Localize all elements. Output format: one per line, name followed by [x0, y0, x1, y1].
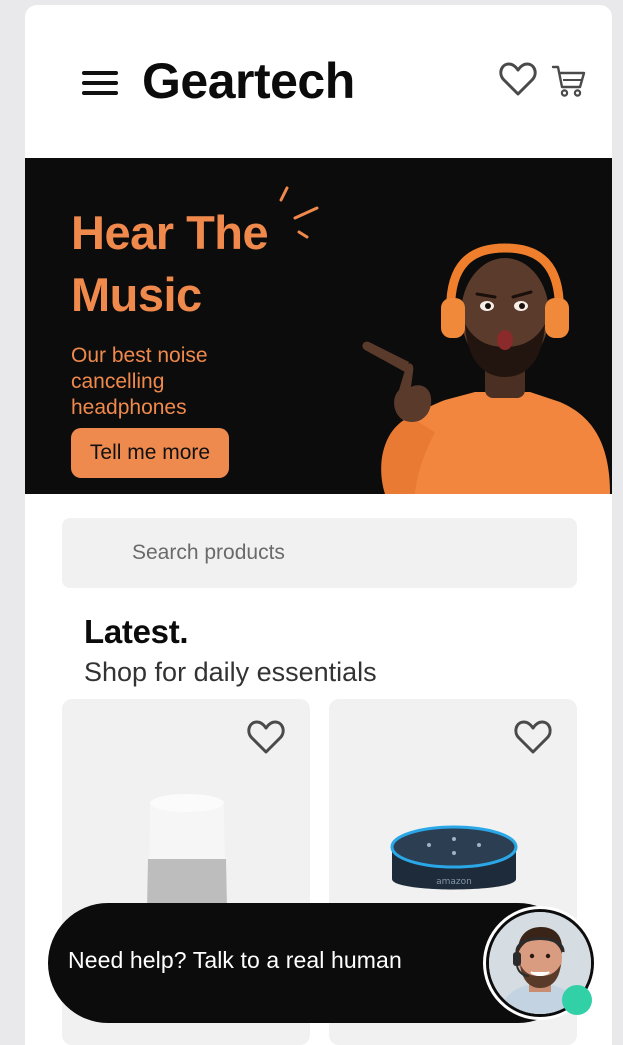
heart-icon[interactable]: [499, 61, 537, 102]
section-subtitle: Shop for daily essentials: [84, 657, 377, 687]
help-text: Need help? Talk to a real human: [68, 947, 402, 973]
echo-dot-image: amazon: [390, 825, 518, 890]
heart-outline-icon[interactable]: [513, 719, 553, 760]
app-header: Geartech: [25, 5, 612, 158]
live-help-bar[interactable]: Need help? Talk to a real human: [48, 903, 597, 1023]
amazon-badge-text: amazon: [436, 877, 472, 887]
brand-logo-text: Geartech: [142, 53, 355, 109]
search-input[interactable]: [62, 518, 577, 588]
hero-banner: Hear The Music Our best noise cancelling…: [25, 158, 612, 494]
hero-subtitle: Our best noise cancelling headphones: [71, 344, 208, 419]
app-screen: Geartech Hear The Music Our best noise c: [25, 5, 612, 1045]
heart-outline-icon[interactable]: [246, 719, 286, 760]
sparkle-icon: [279, 186, 319, 239]
smart-speaker-image: [147, 794, 227, 909]
shopping-cart-icon[interactable]: [551, 63, 587, 104]
hamburger-menu-icon[interactable]: [82, 69, 118, 97]
online-status-indicator: [562, 985, 592, 1015]
section-title: Latest.: [84, 613, 189, 650]
hero-model-image: [362, 243, 610, 494]
tell-me-more-button[interactable]: Tell me more: [71, 428, 229, 478]
